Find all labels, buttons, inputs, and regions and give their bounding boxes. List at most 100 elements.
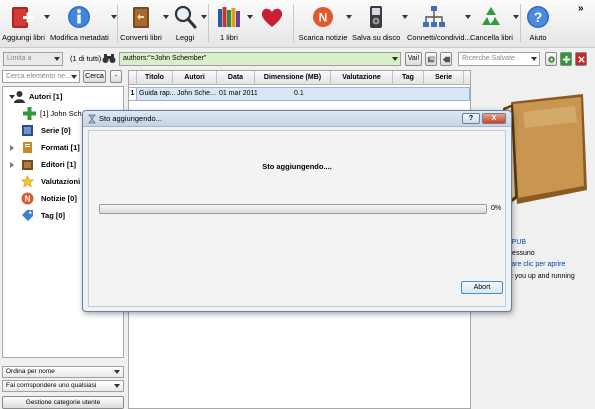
find-item-placeholder: Cerca elemento ne... bbox=[6, 73, 71, 80]
remove-books-button[interactable]: Cancella libri bbox=[470, 2, 513, 44]
match-count: (1 di tutti) bbox=[70, 54, 102, 63]
column-header-date[interactable]: Data bbox=[217, 71, 255, 85]
column-header-series[interactable]: Serie bbox=[424, 71, 464, 85]
library-shelf-icon bbox=[218, 7, 240, 27]
remove-books-label: Cancella libri bbox=[470, 33, 513, 42]
column-header-size[interactable]: Dimensione (MB) bbox=[255, 71, 331, 85]
tree-label: Editori [1] bbox=[41, 160, 76, 169]
svg-text:N: N bbox=[319, 11, 328, 25]
find-button[interactable]: Cerca bbox=[83, 70, 106, 83]
saved-search-options-button[interactable] bbox=[545, 52, 557, 66]
add-books-icon bbox=[12, 7, 33, 28]
cell-date: 01 mar 2011 bbox=[219, 90, 258, 97]
svg-text:?: ? bbox=[534, 9, 543, 25]
tree-item-authors[interactable]: Autori [1] bbox=[3, 89, 123, 105]
dialog-close-button[interactable]: X bbox=[482, 113, 506, 124]
manage-categories-button[interactable]: Gestione categorie utente bbox=[2, 396, 124, 409]
save-search-button[interactable] bbox=[425, 52, 437, 66]
search-go-button[interactable]: Vai! bbox=[405, 52, 422, 66]
tree-label: Notizie [0] bbox=[41, 194, 77, 203]
copy-search-icon bbox=[427, 55, 435, 63]
dialog-titlebar[interactable]: Sto aggiungendo... ? X bbox=[83, 111, 511, 127]
dialog-message: Sto aggiungendo.... bbox=[262, 162, 332, 171]
chevron-down-icon bbox=[392, 57, 398, 61]
match-combo[interactable]: Fai corrispondere uno qualsiasi bbox=[2, 380, 124, 392]
restrict-to-placeholder: Limita a bbox=[7, 55, 32, 62]
publisher-icon bbox=[22, 160, 33, 170]
column-header-title[interactable]: Titolo bbox=[137, 71, 173, 85]
expand-arrow-icon[interactable] bbox=[10, 162, 14, 168]
news-icon: N bbox=[313, 7, 333, 27]
chevron-down-icon bbox=[531, 57, 537, 61]
convert-book-icon bbox=[133, 7, 149, 28]
cell-title: Guida rap... bbox=[139, 90, 176, 97]
convert-books-label: Converti libri bbox=[120, 33, 162, 42]
adding-dialog: Sto aggiungendo... ? X Sto aggiungendo..… bbox=[82, 110, 512, 312]
plus-icon bbox=[23, 107, 36, 120]
restrict-to-combo[interactable]: Limita a bbox=[3, 52, 63, 66]
author-icon bbox=[14, 91, 25, 103]
read-dropdown[interactable] bbox=[201, 15, 207, 19]
add-books-button[interactable]: Aggiungi libri bbox=[2, 2, 45, 44]
toolbar-separator bbox=[117, 4, 118, 42]
save-to-disk-button[interactable]: Salva su disco bbox=[352, 2, 400, 44]
match-value: Fai corrispondere uno qualsiasi bbox=[6, 382, 97, 389]
clear-search-button[interactable] bbox=[440, 52, 452, 66]
tree-label: Autori [1] bbox=[29, 92, 63, 101]
formats-icon bbox=[23, 142, 32, 153]
find-item-input[interactable]: Cerca elemento ne... bbox=[2, 70, 80, 83]
saved-searches-placeholder: Ricerche Salvate bbox=[462, 55, 515, 62]
search-input[interactable]: authors:"=John Schember" bbox=[119, 52, 401, 66]
toolbar-more-button[interactable]: » bbox=[578, 3, 584, 14]
edit-metadata-label: Modifica metadati bbox=[50, 33, 109, 42]
svg-text:N: N bbox=[25, 195, 31, 204]
dialog-help-button[interactable]: ? bbox=[462, 113, 480, 124]
dialog-body: Sto aggiungendo.... 0% Abort bbox=[88, 130, 506, 307]
collapse-button[interactable]: - bbox=[110, 70, 122, 83]
network-icon bbox=[423, 6, 445, 27]
convert-books-button[interactable]: Converti libri bbox=[119, 2, 163, 44]
heart-icon bbox=[261, 8, 283, 27]
column-header-authors[interactable]: Autori bbox=[173, 71, 217, 85]
add-books-label: Aggiungi libri bbox=[2, 33, 45, 42]
fetch-news-button[interactable]: N Scarica notizie bbox=[298, 2, 348, 44]
ipod-icon bbox=[370, 6, 382, 28]
tree-label: Formati [1] bbox=[41, 143, 80, 152]
toolbar-separator bbox=[208, 4, 209, 42]
remove-books-dropdown[interactable] bbox=[513, 15, 519, 19]
binoculars-icon[interactable] bbox=[102, 53, 116, 64]
abort-button[interactable]: Abort bbox=[461, 281, 503, 294]
delete-saved-search-button[interactable] bbox=[575, 52, 587, 66]
connect-share-button[interactable]: Connetti/condivid... bbox=[407, 2, 471, 44]
sort-by-combo[interactable]: Ordina per nome bbox=[2, 366, 124, 378]
close-icon bbox=[577, 56, 585, 63]
read-label: Leggi bbox=[175, 33, 195, 42]
table-row[interactable]: 1 Guida rap... John Sche... 01 mar 2011 … bbox=[129, 87, 470, 101]
row-number-header bbox=[129, 71, 137, 85]
tag-icon bbox=[22, 210, 33, 221]
chevron-down-icon bbox=[114, 370, 120, 374]
column-header-tags[interactable]: Tag bbox=[393, 71, 424, 85]
read-button[interactable]: Leggi bbox=[168, 2, 202, 44]
library-dropdown[interactable] bbox=[247, 15, 253, 19]
details-open-hint[interactable]: Fare clic per aprire bbox=[507, 261, 565, 268]
saved-searches-combo[interactable]: Ricerche Salvate bbox=[458, 52, 540, 66]
expand-arrow-icon[interactable] bbox=[10, 145, 14, 151]
column-header-rating[interactable]: Valutazione bbox=[331, 71, 393, 85]
chevron-down-icon bbox=[71, 75, 77, 79]
edit-metadata-button[interactable]: Modifica metadati bbox=[50, 2, 109, 44]
connect-share-label: Connetti/condivid... bbox=[407, 33, 471, 42]
add-saved-search-button[interactable] bbox=[560, 52, 572, 66]
donate-button[interactable] bbox=[255, 2, 289, 44]
recycle-icon bbox=[482, 7, 500, 25]
library-label: 1 libri bbox=[220, 33, 238, 42]
hourglass-icon bbox=[88, 114, 96, 124]
help-button[interactable]: ? Aiuto bbox=[524, 2, 552, 44]
main-toolbar: Aggiungi libri Modifica metadati Convert… bbox=[0, 0, 595, 48]
library-button[interactable]: 1 libri bbox=[212, 2, 246, 44]
cell-authors: John Sche... bbox=[177, 90, 216, 97]
clear-icon bbox=[442, 56, 450, 63]
magnifier-icon bbox=[174, 5, 197, 29]
search-bar: Limita a (1 di tutti) authors:"=John Sch… bbox=[0, 50, 595, 68]
tree-label: [1] John Sch bbox=[40, 109, 82, 118]
